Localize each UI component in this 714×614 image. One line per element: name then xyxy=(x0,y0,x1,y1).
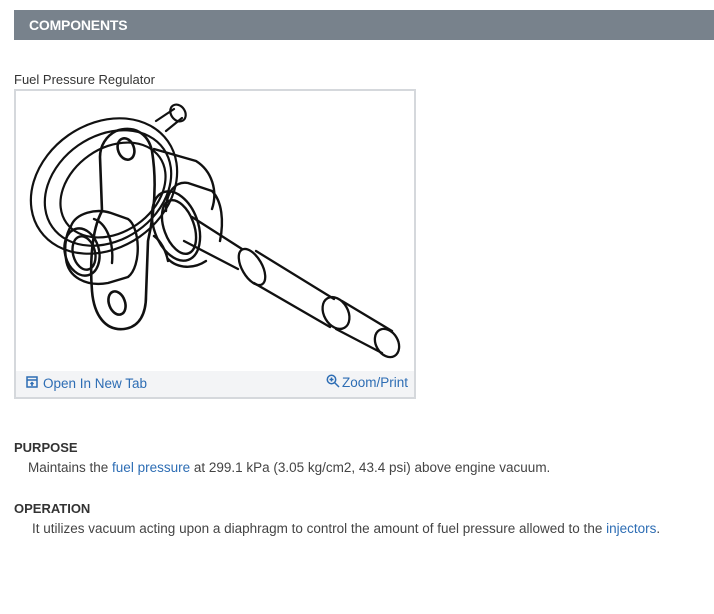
zoom-print-label: Zoom/Print xyxy=(341,375,408,390)
operation-text-part: . xyxy=(656,521,661,536)
open-in-new-tab-link[interactable]: Open In New Tab xyxy=(26,376,147,391)
zoom-print-link[interactable]: Zoom/Print xyxy=(326,374,408,391)
zoom-in-icon xyxy=(326,374,340,391)
operation-heading: OPERATION xyxy=(14,501,91,516)
purpose-text-part: Maintains the xyxy=(28,460,113,475)
injectors-link[interactable]: injectors xyxy=(606,521,656,536)
open-new-tab-icon xyxy=(26,376,38,391)
figure-caption: Fuel Pressure Regulator xyxy=(14,72,155,87)
fuel-pressure-regulator-illustration[interactable] xyxy=(16,91,414,371)
open-in-new-tab-label: Open In New Tab xyxy=(43,376,148,391)
figure-footer: Open In New Tab Zoom/Print xyxy=(16,371,414,397)
operation-text: It utilizes vacuum acting upon a diaphra… xyxy=(32,521,660,536)
purpose-heading: PURPOSE xyxy=(14,440,78,455)
purpose-text-part: at 299.1 kPa (3.05 kg/cm2, 43.4 psi) abo… xyxy=(190,460,551,475)
fuel-pressure-link[interactable]: fuel pressure xyxy=(112,460,190,475)
operation-text-part: It utilizes vacuum acting upon a diaphra… xyxy=(32,521,607,536)
figure-container: Open In New Tab Zoom/Print xyxy=(14,89,416,399)
purpose-text: Maintains the fuel pressure at 299.1 kPa… xyxy=(28,460,550,475)
section-header: COMPONENTS xyxy=(14,10,714,40)
section-title: COMPONENTS xyxy=(29,17,128,33)
